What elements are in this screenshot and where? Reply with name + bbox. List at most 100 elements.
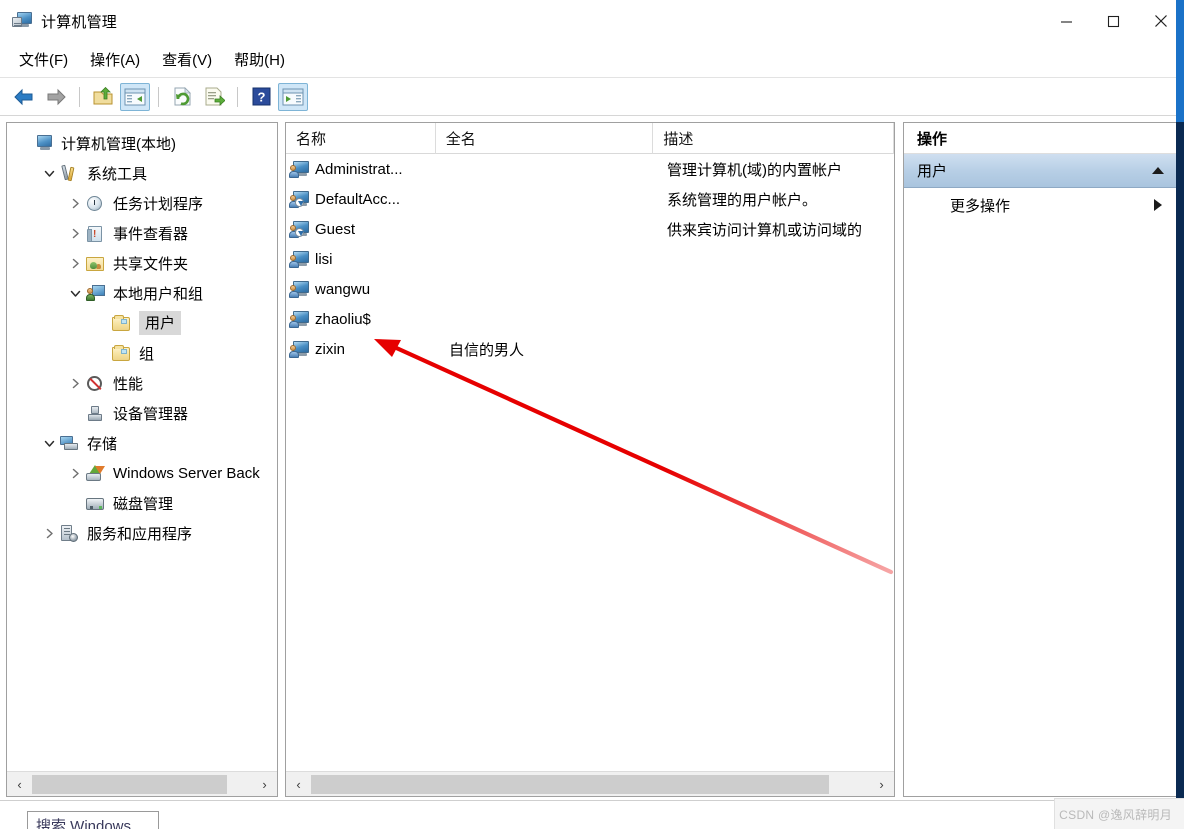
- cell-name: DefaultAcc...: [286, 190, 436, 209]
- maximize-button[interactable]: [1090, 0, 1137, 42]
- twisty-placeholder: [91, 313, 111, 333]
- table-row[interactable]: lisi: [286, 244, 894, 274]
- search-placeholder: 搜索 Windows: [36, 817, 132, 829]
- device-manager-icon: [85, 404, 106, 423]
- chevron-expanded-icon[interactable]: [39, 163, 59, 183]
- chevron-expanded-icon[interactable]: [65, 283, 85, 303]
- table-row[interactable]: Guest 供来宾访问计算机或访问域的: [286, 214, 894, 244]
- minimize-button[interactable]: [1043, 0, 1090, 42]
- back-arrow-icon[interactable]: [9, 83, 39, 111]
- tree-item-label: 服务和应用程序: [87, 525, 193, 543]
- scroll-track[interactable]: [32, 772, 252, 797]
- show-hide-tree-icon[interactable]: [120, 82, 150, 111]
- tree-item-5[interactable]: 本地用户和组: [7, 278, 277, 308]
- csdn-watermark: CSDN @逸风辞明月: [1059, 808, 1172, 822]
- tree-item-6[interactable]: 用户: [7, 308, 277, 338]
- caret-up-icon[interactable]: [1152, 167, 1164, 174]
- tree-item-label: 任务计划程序: [113, 195, 204, 213]
- menu-help[interactable]: 帮助(H): [225, 47, 294, 72]
- tree-item-0[interactable]: 计算机管理(本地): [7, 128, 277, 158]
- scroll-thumb[interactable]: [32, 774, 227, 794]
- tree-horizontal-scrollbar[interactable]: ‹ ›: [7, 771, 277, 796]
- column-description[interactable]: 描述: [653, 122, 894, 154]
- scroll-right-icon[interactable]: ›: [252, 772, 277, 797]
- list-horizontal-scrollbar[interactable]: ‹ ›: [286, 771, 894, 796]
- tree-item-2[interactable]: 任务计划程序: [7, 188, 277, 218]
- chevron-collapsed-icon[interactable]: [65, 463, 85, 483]
- table-row[interactable]: zixin 自信的男人: [286, 334, 894, 364]
- twisty-placeholder: [65, 493, 85, 513]
- tools-icon: [59, 164, 80, 183]
- table-row[interactable]: Administrat... 管理计算机(域)的内置帐户: [286, 154, 894, 184]
- user-icon: [289, 250, 312, 269]
- chevron-expanded-icon[interactable]: [39, 433, 59, 453]
- tree-item-1[interactable]: 系统工具: [7, 158, 277, 188]
- refresh-icon[interactable]: [167, 83, 197, 111]
- cell-fullname: 自信的男人: [449, 341, 525, 359]
- actions-panel: 操作 用户 更多操作: [903, 122, 1177, 797]
- up-folder-icon[interactable]: [88, 83, 118, 111]
- show-action-pane-icon[interactable]: [278, 82, 308, 111]
- tree-item-4[interactable]: 共享文件夹: [7, 248, 277, 278]
- twisty-placeholder: [65, 403, 85, 423]
- users-list-body[interactable]: Administrat... 管理计算机(域)的内置帐户 DefaultAcc...…: [286, 154, 894, 770]
- tree-item-label: 磁盘管理: [113, 495, 174, 513]
- toolbar-separator: [237, 86, 238, 107]
- scroll-track[interactable]: [311, 772, 869, 797]
- twisty-placeholder: [13, 133, 33, 153]
- services-applications-icon: [59, 524, 80, 543]
- menu-file[interactable]: 文件(F): [10, 47, 77, 72]
- tree-item-label: Windows Server Back: [113, 464, 260, 482]
- scroll-thumb[interactable]: [311, 774, 829, 794]
- table-row[interactable]: DefaultAcc... 系统管理的用户帐户。: [286, 184, 894, 214]
- actions-section-label: 用户: [917, 163, 948, 180]
- actions-panel-title: 操作: [904, 123, 1176, 154]
- user-name-label: DefaultAcc...: [315, 190, 401, 208]
- window-right-edge-top: [1176, 0, 1184, 122]
- actions-section-users[interactable]: 用户: [904, 154, 1176, 188]
- caret-right-icon[interactable]: [1154, 199, 1162, 211]
- cell-description: 系统管理的用户帐户。: [667, 191, 818, 209]
- user-disabled-icon: [289, 190, 312, 209]
- computer-icon: [33, 134, 54, 153]
- cell-name: Administrat...: [286, 160, 436, 179]
- chevron-collapsed-icon[interactable]: [65, 223, 85, 243]
- chevron-collapsed-icon[interactable]: [65, 373, 85, 393]
- taskbar: 搜索 Windows: [0, 800, 1184, 829]
- storage-icon: [59, 434, 80, 453]
- user-icon: [289, 310, 312, 329]
- scroll-left-icon[interactable]: ‹: [7, 772, 32, 797]
- tree-item-label: 存储: [87, 435, 118, 453]
- tree-item-3[interactable]: 事件查看器: [7, 218, 277, 248]
- tree-item-10[interactable]: 存储: [7, 428, 277, 458]
- user-name-label: Administrat...: [315, 160, 403, 178]
- column-fullname[interactable]: 全名: [436, 122, 654, 154]
- tree-item-13[interactable]: 服务和应用程序: [7, 518, 277, 548]
- table-row[interactable]: wangwu: [286, 274, 894, 304]
- windows-search-box[interactable]: 搜索 Windows: [27, 811, 159, 829]
- tree-item-11[interactable]: Windows Server Back: [7, 458, 277, 488]
- tree-item-7[interactable]: 组: [7, 338, 277, 368]
- tree-item-12[interactable]: 磁盘管理: [7, 488, 277, 518]
- menu-view[interactable]: 查看(V): [153, 47, 221, 72]
- chevron-collapsed-icon[interactable]: [65, 253, 85, 273]
- column-header-label: 全名: [445, 130, 476, 148]
- help-icon[interactable]: ?: [246, 83, 276, 111]
- scroll-left-icon[interactable]: ‹: [286, 772, 311, 797]
- chevron-collapsed-icon[interactable]: [65, 193, 85, 213]
- column-name[interactable]: 名称: [286, 122, 436, 154]
- forward-arrow-icon[interactable]: [41, 83, 71, 111]
- table-row[interactable]: zhaoliu$: [286, 304, 894, 334]
- tree-item-9[interactable]: 设备管理器: [7, 398, 277, 428]
- folder-icon: [111, 344, 132, 363]
- scroll-right-icon[interactable]: ›: [869, 772, 894, 797]
- action-more-actions[interactable]: 更多操作: [904, 188, 1176, 222]
- windows-server-backup-icon: [85, 464, 106, 483]
- tree-body[interactable]: 计算机管理(本地) 系统工具任务计划程序事件查看器共享文件夹本地用户和组用户组性能…: [7, 123, 277, 770]
- tree-item-8[interactable]: 性能: [7, 368, 277, 398]
- chevron-collapsed-icon[interactable]: [39, 523, 59, 543]
- tree-item-label: 本地用户和组: [113, 285, 204, 303]
- column-header-label: 名称: [296, 130, 327, 148]
- menu-action[interactable]: 操作(A): [81, 47, 149, 72]
- export-list-icon[interactable]: [199, 83, 229, 111]
